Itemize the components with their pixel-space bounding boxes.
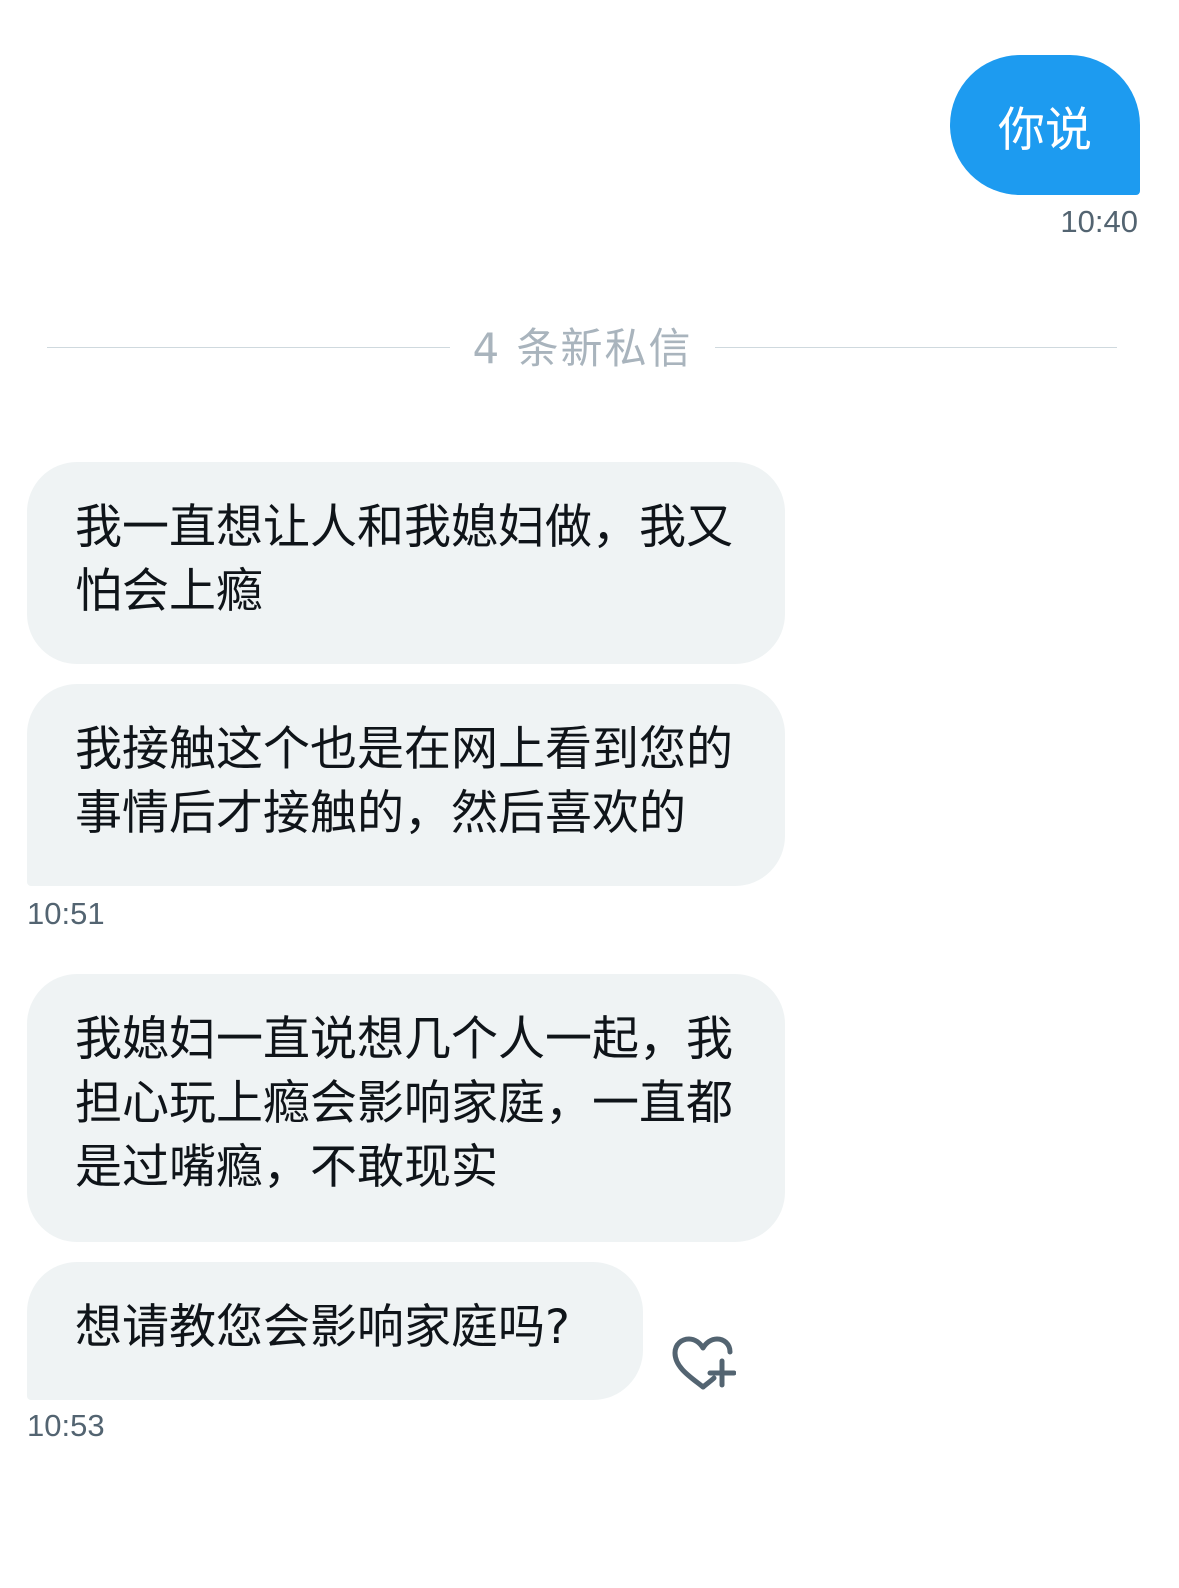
divider-line-left [47, 347, 450, 348]
incoming-message-bubble[interactable]: 我一直想让人和我媳妇做，我又怕会上瘾 [27, 462, 785, 664]
incoming-message-text: 我一直想让人和我媳妇做，我又怕会上瘾 [75, 500, 733, 619]
incoming-message-text: 我媳妇一直说想几个人一起，我担心玩上瘾会影响家庭，一直都是过嘴瘾，不敢现实 [75, 1012, 733, 1195]
incoming-message-time: 10:53 [27, 1408, 105, 1443]
incoming-message-time: 10:51 [27, 896, 105, 931]
outgoing-message-time: 10:40 [1060, 204, 1138, 239]
divider-line-right [715, 347, 1117, 348]
heart-plus-icon[interactable] [670, 1335, 737, 1393]
incoming-message-text: 想请教您会影响家庭吗? [75, 1300, 570, 1355]
incoming-message-text: 我接触这个也是在网上看到您的事情后才接触的，然后喜欢的 [75, 722, 733, 841]
incoming-message-bubble[interactable]: 我媳妇一直说想几个人一起，我担心玩上瘾会影响家庭，一直都是过嘴瘾，不敢现实 [27, 974, 785, 1242]
outgoing-message-text: 你说 [998, 102, 1092, 158]
outgoing-message-bubble[interactable]: 你说 [950, 55, 1140, 195]
incoming-message-bubble[interactable]: 想请教您会影响家庭吗? [27, 1262, 643, 1400]
incoming-message-bubble[interactable]: 我接触这个也是在网上看到您的事情后才接触的，然后喜欢的 [27, 684, 785, 886]
new-messages-divider: 4 条新私信 [472, 324, 693, 373]
